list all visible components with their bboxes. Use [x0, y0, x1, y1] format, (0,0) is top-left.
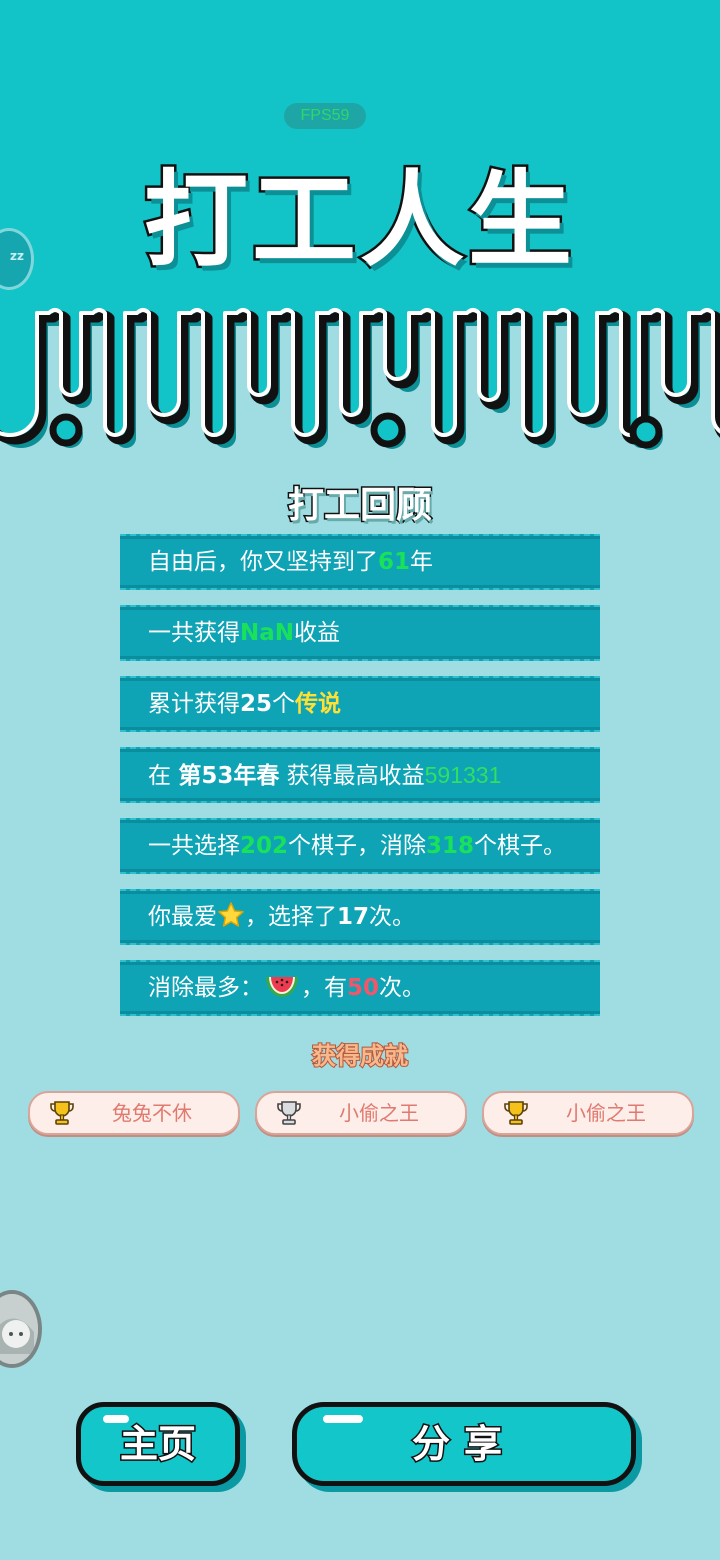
- review-text: ，有: [301, 975, 347, 1001]
- review-row-years: 自由后，你又坚持到了61年: [120, 534, 600, 590]
- review-text: 自由后，你又坚持到了: [148, 549, 378, 575]
- home-button[interactable]: 主页: [76, 1402, 240, 1486]
- achievement-badge[interactable]: 小偷之王: [255, 1091, 467, 1135]
- total-income-value: NaN: [240, 620, 295, 646]
- achievement-label: 兔兔不休: [112, 1101, 192, 1125]
- achievements-heading: 获得成就: [311, 1041, 409, 1071]
- review-row-pieces: 一共选择202个棋子，消除318个棋子。: [120, 818, 600, 874]
- review-text: 次。: [369, 904, 416, 930]
- review-text: 收益: [294, 620, 341, 646]
- review-row-legends: 累计获得25个传说: [120, 676, 600, 732]
- gold-trophy-icon: [504, 1101, 528, 1125]
- home-button-label: 主页: [118, 1421, 197, 1468]
- review-text: 一共选择: [148, 833, 240, 859]
- drip-droplet: [629, 415, 663, 449]
- achievement-label: 小偷之王: [339, 1101, 419, 1125]
- review-text: 获得最高收益: [279, 763, 425, 789]
- review-text: 在: [148, 763, 179, 789]
- review-list: 自由后，你又坚持到了61年 一共获得NaN收益 累计获得25个传说 在 第53年…: [120, 534, 600, 1031]
- star-emoji-icon: [218, 902, 244, 927]
- review-text: 个: [272, 691, 296, 717]
- fps-counter: FPS59: [284, 103, 366, 129]
- review-text: 个棋子。: [474, 833, 567, 859]
- share-button[interactable]: 分享: [292, 1402, 636, 1486]
- gold-trophy-icon: [50, 1101, 74, 1125]
- review-text: 消除最多：: [148, 975, 263, 1001]
- drip-droplet: [370, 412, 406, 448]
- review-row-favorite: 你最爱 ，选择了17次。: [120, 889, 600, 945]
- chosen-count: 202: [240, 833, 289, 859]
- best-season: 第53年春: [178, 763, 280, 789]
- silver-trophy-icon: [277, 1101, 301, 1125]
- review-row-total-income: 一共获得NaN收益: [120, 605, 600, 661]
- watermelon-emoji-icon: [266, 977, 298, 997]
- review-text: 你最爱: [148, 904, 217, 930]
- avatar-face-icon: [0, 1294, 38, 1364]
- legend-label: 传说: [295, 691, 342, 717]
- review-text: ，选择了: [245, 904, 337, 930]
- removed-count: 318: [426, 833, 475, 859]
- review-text: 个棋子，消除: [288, 833, 427, 859]
- drip-droplet: [49, 413, 83, 447]
- share-button-label: 分享: [410, 1421, 516, 1468]
- player-avatar[interactable]: [0, 1290, 42, 1368]
- review-row-best-season: 在 第53年春 获得最高收益591331: [120, 747, 600, 803]
- review-row-most-removed: 消除最多： ，有50次。: [120, 960, 600, 1016]
- most-removed-times: 50: [347, 975, 380, 1001]
- best-income-value: 591331: [424, 762, 502, 788]
- review-text: 一共获得: [148, 620, 240, 646]
- years-value: 61: [378, 549, 411, 575]
- achievement-badge[interactable]: 小偷之王: [482, 1091, 694, 1135]
- achievement-label: 小偷之王: [566, 1101, 646, 1125]
- game-title: 打工人生: [141, 158, 576, 283]
- favorite-times: 17: [337, 904, 370, 930]
- button-shine: [323, 1415, 363, 1423]
- review-heading: 打工回顾: [286, 484, 433, 528]
- result-screen: zz FPS59 打工人生 打工回顾 自由后，你又坚持到了61年 一共获得NaN…: [0, 0, 720, 1560]
- review-text: 年: [410, 549, 434, 575]
- review-text: 累计获得: [148, 691, 240, 717]
- achievement-badge[interactable]: 兔兔不休: [28, 1091, 240, 1135]
- achievements-list: 兔兔不休 小偷之王 小偷之王: [28, 1091, 694, 1135]
- legend-count: 25: [240, 691, 273, 717]
- review-text: 次。: [379, 975, 426, 1001]
- button-shine: [103, 1415, 129, 1423]
